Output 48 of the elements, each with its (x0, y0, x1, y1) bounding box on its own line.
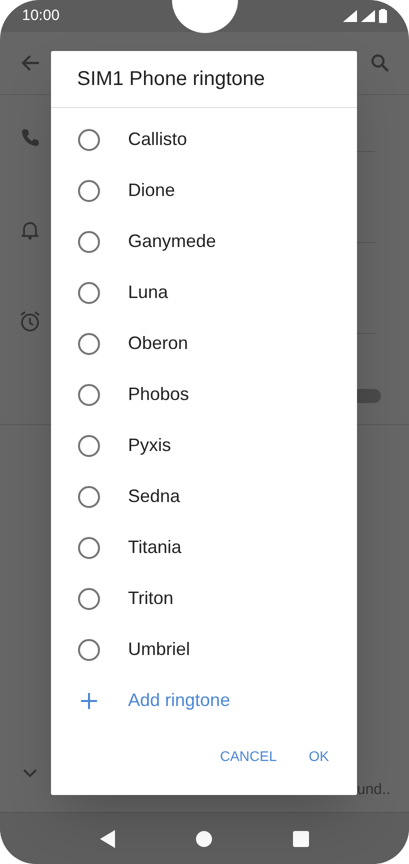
radio-button[interactable] (78, 332, 100, 354)
option-label: Pyxis (128, 434, 172, 457)
radio-button[interactable] (78, 384, 100, 406)
option-label: Oberon (128, 332, 188, 355)
radio-option[interactable]: Pyxis (51, 420, 357, 471)
radio-button[interactable] (78, 434, 100, 456)
radio-button[interactable] (78, 128, 100, 150)
radio-button[interactable] (78, 486, 100, 508)
search-icon[interactable] (371, 54, 389, 72)
status-time: 10:00 (22, 6, 60, 26)
radio-option[interactable]: Sedna (51, 471, 357, 522)
radio-option[interactable]: Oberon (51, 318, 357, 369)
signal-icon (343, 10, 357, 22)
radio-option[interactable]: Callisto (51, 114, 357, 165)
radio-option[interactable]: Luna (51, 267, 357, 318)
chevron-down-icon[interactable] (22, 768, 38, 778)
radio-button[interactable] (78, 536, 100, 558)
option-label: Umbriel (128, 638, 190, 661)
radio-option[interactable]: Titania (51, 522, 357, 573)
back-icon[interactable] (100, 830, 116, 848)
phone-icon (20, 128, 40, 148)
radio-button[interactable] (78, 180, 100, 202)
radio-option[interactable]: Ganymede (51, 216, 357, 267)
back-arrow-icon[interactable] (20, 54, 40, 72)
battery-icon (379, 9, 387, 23)
home-icon[interactable] (196, 830, 212, 846)
option-label: Triton (128, 587, 174, 610)
radio-option[interactable]: Triton (51, 573, 357, 624)
bell-icon (21, 220, 39, 240)
option-label: Titania (128, 536, 182, 559)
radio-button[interactable] (78, 638, 100, 660)
alarm-clock-icon (19, 310, 41, 332)
option-label: Sedna (128, 485, 180, 508)
add-ringtone-link[interactable]: Add ringtone (128, 687, 230, 714)
radio-button[interactable] (78, 230, 100, 252)
dialog-title: SIM1 Phone ringtone (77, 67, 265, 92)
radio-option[interactable]: Dione (51, 165, 357, 216)
option-label: Luna (128, 281, 168, 304)
radio-button[interactable] (78, 588, 100, 610)
option-label: Ganymede (128, 230, 216, 253)
signal-icon (361, 10, 375, 22)
option-label: Dione (128, 179, 176, 202)
radio-option[interactable]: Phobos (51, 369, 357, 420)
recents-icon[interactable] (292, 830, 309, 846)
radio-option[interactable]: Umbriel (51, 624, 357, 675)
option-label: Phobos (128, 383, 190, 406)
option-label: Callisto (128, 128, 188, 151)
radio-button[interactable] (78, 282, 100, 304)
